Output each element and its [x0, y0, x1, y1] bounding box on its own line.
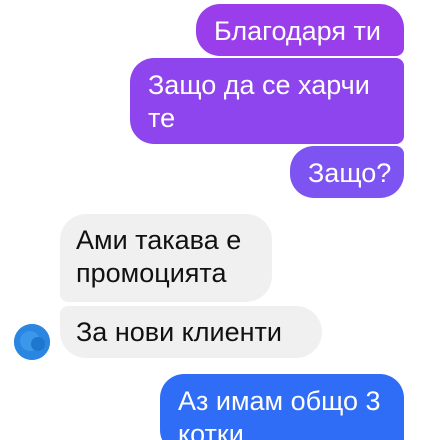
message-text: Благодаря ти [214, 16, 381, 46]
message-bubble-received[interactable]: Ами такава е промоцията [60, 214, 272, 302]
message-bubble-sent[interactable]: Защо да се харчи те [130, 58, 404, 144]
message-text: Защо? [308, 158, 392, 188]
contact-avatar-icon[interactable] [14, 324, 50, 360]
avatar-image [14, 324, 50, 360]
message-bubble-received[interactable]: За нови клиенти [60, 306, 322, 358]
message-text: те [148, 103, 176, 133]
message-text: Защо да се харчи [148, 70, 370, 100]
message-text: котки [178, 419, 244, 440]
message-text: Аз имам общо 3 [178, 386, 381, 416]
message-text: промоцията [76, 258, 227, 288]
message-bubble-sent[interactable]: Защо? [290, 146, 404, 198]
message-bubble-sent[interactable]: Благодаря ти [196, 4, 404, 56]
message-text: За нови клиенти [76, 317, 283, 347]
chat-thread: Благодаря ти Защо да се харчи те Защо? А… [0, 0, 432, 440]
message-bubble-sent[interactable]: Аз имам общо 3 котки [160, 374, 404, 440]
message-text: Ами такава е [76, 225, 242, 255]
